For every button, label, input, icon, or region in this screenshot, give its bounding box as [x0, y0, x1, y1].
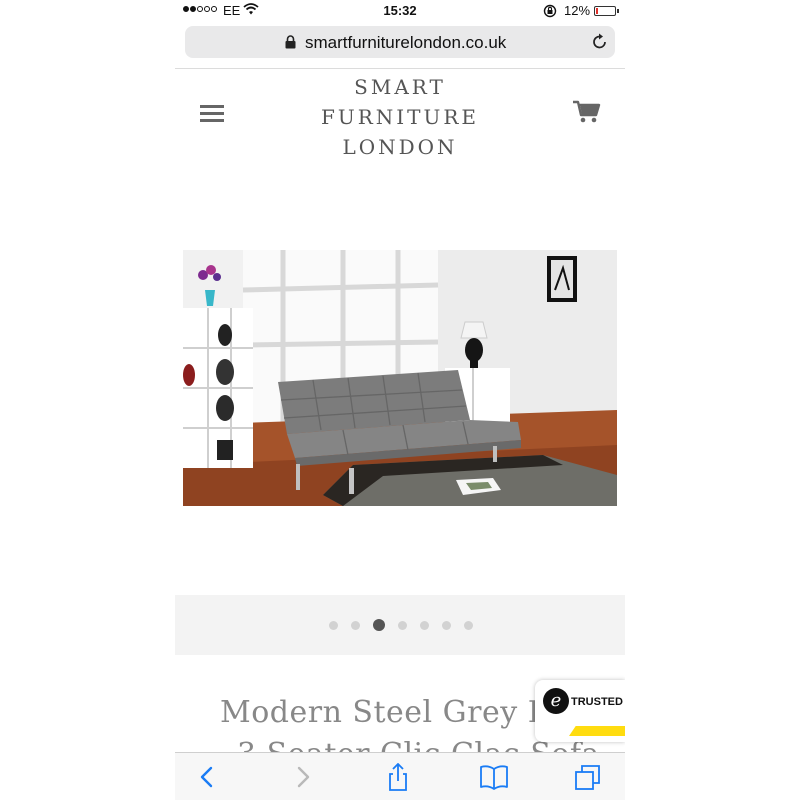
- clock: 15:32: [383, 3, 417, 18]
- url-text[interactable]: smartfurniturelondon.co.uk: [305, 33, 506, 53]
- rotation-lock-icon: [543, 4, 557, 18]
- address-bar[interactable]: smartfurniturelondon.co.uk: [185, 26, 615, 58]
- carousel-dots: [329, 619, 473, 631]
- logo-line: LONDON: [342, 135, 458, 159]
- trusted-label: TRUSTED: [571, 696, 623, 708]
- battery-percentage: 12%: [564, 3, 591, 18]
- trusted-accent-stripe: [569, 726, 625, 736]
- forward-icon[interactable]: [287, 763, 317, 791]
- carousel-dot[interactable]: [398, 620, 407, 630]
- reload-icon[interactable]: [591, 33, 609, 51]
- site-logo[interactable]: SMART FURNITURE LONDON: [295, 72, 505, 162]
- divider: [175, 68, 625, 69]
- trusted-shops-badge[interactable]: e TRUSTED: [535, 680, 625, 742]
- trusted-shops-logo-icon: e: [543, 688, 569, 714]
- hamburger-menu-icon[interactable]: [200, 103, 226, 123]
- padlock-icon: [285, 35, 296, 49]
- shopping-cart-icon[interactable]: [573, 100, 601, 124]
- battery-icon: [594, 6, 619, 16]
- carousel-dot[interactable]: [442, 620, 451, 630]
- phone-screen: EE 15:32 12% smartfurniturelondon.co.uk: [175, 0, 625, 800]
- carousel-dot-active[interactable]: [373, 619, 385, 631]
- browser-toolbar: [175, 752, 625, 800]
- product-image[interactable]: [183, 250, 617, 506]
- carousel-dot[interactable]: [329, 620, 338, 630]
- carousel-dot[interactable]: [420, 620, 429, 630]
- logo-line: SMART: [354, 75, 446, 99]
- tabs-icon[interactable]: [573, 763, 603, 791]
- status-bar: EE 15:32 12%: [175, 0, 625, 22]
- carousel-dot[interactable]: [464, 620, 473, 630]
- image-carousel-indicator: [175, 595, 625, 655]
- carousel-dot[interactable]: [351, 620, 360, 630]
- share-icon[interactable]: [383, 763, 413, 791]
- back-icon[interactable]: [193, 763, 223, 791]
- logo-line: FURNITURE: [320, 105, 480, 129]
- bookmarks-icon[interactable]: [479, 763, 509, 791]
